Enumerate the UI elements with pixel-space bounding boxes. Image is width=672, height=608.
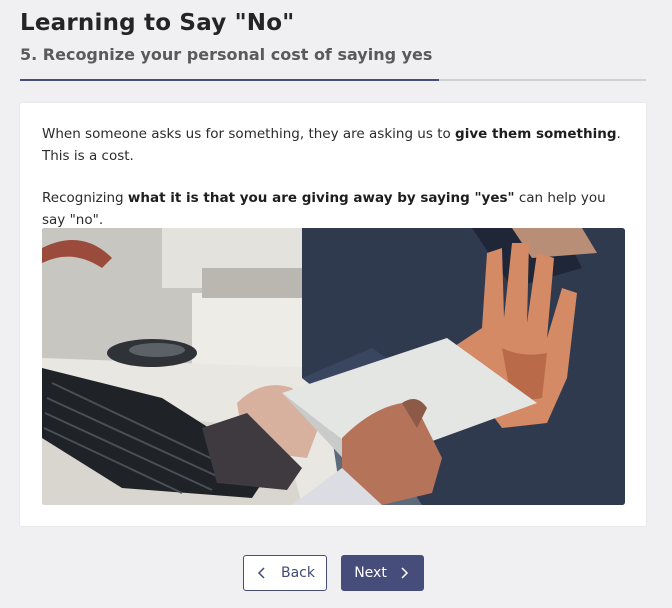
intro-emphasis: give them something [455,126,617,142]
section-subtitle: 5. Recognize your personal cost of sayin… [20,45,433,64]
progress-bar [20,79,646,81]
insight-emphasis: what it is that you are giving away by s… [127,190,515,206]
chevron-right-icon [401,567,408,579]
page-title: Learning to Say "No" [20,10,295,36]
insight-paragraph: Recognizing what it is that you are givi… [42,187,624,231]
insight-text: Recognizing [42,190,128,206]
page-header: Learning to Say "No" 5. Recognize your p… [20,8,646,66]
chevron-left-icon [257,567,265,579]
content-card: When someone asks us for something, they… [20,103,646,526]
intro-paragraph: When someone asks us for something, they… [42,123,624,167]
next-button[interactable]: Next [341,555,424,591]
back-button-label: Back [281,565,315,581]
next-button-label: Next [354,565,387,581]
illustration-photo [42,228,625,505]
progress-bar-fill [20,79,440,81]
intro-text: When someone asks us for something, they… [42,126,456,142]
back-button[interactable]: Back [243,555,327,591]
